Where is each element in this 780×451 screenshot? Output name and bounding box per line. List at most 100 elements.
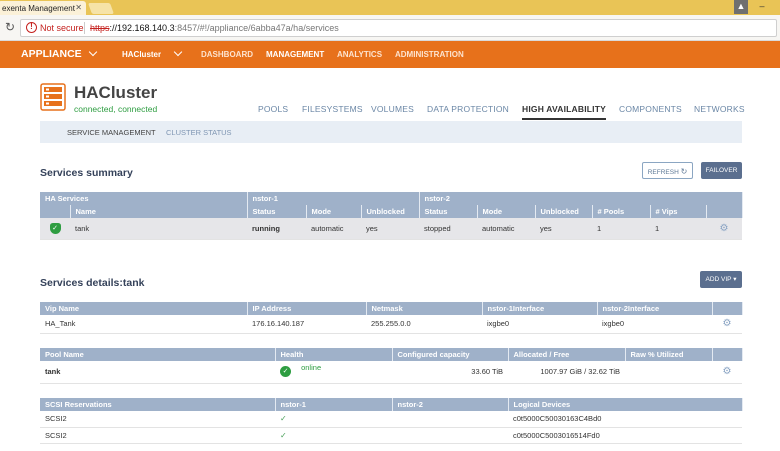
col-status-1: Status bbox=[247, 205, 307, 218]
vip-header: Vip Name IP Address Netmask nstor-1Inter… bbox=[40, 302, 743, 315]
caret-down-icon: ▾ bbox=[733, 276, 737, 283]
vip-nstor2-if: ixgbe0 bbox=[597, 315, 712, 334]
tab-data-protection[interactable]: DATA PROTECTION bbox=[427, 104, 509, 114]
service-name: tank bbox=[70, 218, 247, 240]
scsi-nstor2 bbox=[392, 427, 508, 444]
cluster-icon bbox=[40, 83, 66, 111]
table-row[interactable]: ✓ tank running automatic yes stopped aut… bbox=[40, 218, 743, 240]
add-vip-label: ADD VIP bbox=[705, 276, 732, 283]
mode-1: automatic bbox=[306, 218, 361, 240]
logical-device: c0t5000C5003016514Fd0 bbox=[508, 427, 742, 444]
summary-column-header: Name Status Mode Unblocked Status Mode U… bbox=[40, 205, 743, 218]
gear-icon[interactable]: ⚙ bbox=[712, 361, 742, 384]
tab-networks[interactable]: NETWORKS bbox=[694, 104, 745, 114]
minimize-icon[interactable]: – bbox=[756, 0, 768, 14]
browser-tab[interactable]: exenta Management ✕ bbox=[0, 1, 86, 15]
unblocked-2: yes bbox=[535, 218, 592, 240]
url-host: ://192.168.140.3 bbox=[109, 23, 175, 33]
status-2: stopped bbox=[419, 218, 477, 240]
check-icon: ✓ bbox=[275, 411, 392, 428]
scsi-header: SCSI Reservations nstor-1 nstor-2 Logica… bbox=[40, 398, 743, 411]
url-text[interactable]: https://192.168.140.3:8457/#!/appliance/… bbox=[90, 23, 339, 33]
pool-allocated-free: 1007.97 GiB / 32.62 TiB bbox=[508, 361, 625, 384]
vip-name: HA_Tank bbox=[40, 315, 247, 334]
refresh-icon: ↻ bbox=[680, 167, 688, 176]
vip-nstor1-if: ixgbe0 bbox=[482, 315, 597, 334]
col-unblocked-1: Unblocked bbox=[361, 205, 420, 218]
nav-cluster-select[interactable]: HACluster bbox=[122, 41, 183, 68]
omnibox-divider bbox=[84, 22, 85, 34]
scsi-nstor2 bbox=[392, 411, 508, 428]
refresh-label: REFRESH bbox=[647, 169, 679, 176]
col-mode-1: Mode bbox=[306, 205, 362, 218]
check-circle-icon: ✓ bbox=[280, 366, 291, 378]
url-path: :8457/#!/appliance/6abba47a/ha/services bbox=[174, 23, 339, 33]
col-raw-utilized: Raw % Utilized bbox=[625, 348, 713, 361]
check-icon: ✓ bbox=[275, 427, 392, 444]
scsi-type: SCSI2 bbox=[40, 427, 275, 444]
nav-appliance[interactable]: APPLIANCE bbox=[21, 41, 97, 68]
services-summary-title: Services summary bbox=[40, 167, 133, 179]
tab-title: exenta Management bbox=[2, 4, 75, 13]
table-row[interactable]: SCSI2 ✓ c0t5000C50030163C4Bd0 bbox=[40, 411, 742, 428]
col-pools: # Pools bbox=[592, 205, 651, 218]
services-summary-table: HA Services nstor-1 nstor-2 Name Status … bbox=[40, 192, 743, 240]
close-tab-icon[interactable]: ✕ bbox=[75, 3, 82, 12]
chevron-down-icon bbox=[173, 47, 183, 57]
appliance-label: APPLIANCE bbox=[21, 48, 82, 60]
gear-icon[interactable]: ⚙ bbox=[706, 218, 743, 240]
not-secure-label[interactable]: Not secure bbox=[40, 23, 84, 33]
vip-count: 1 bbox=[650, 218, 706, 240]
vip-netmask: 255.255.0.0 bbox=[366, 315, 482, 334]
scsi-type: SCSI2 bbox=[40, 411, 275, 428]
browser-tabstrip bbox=[0, 0, 780, 15]
subtab-service-management[interactable]: SERVICE MANAGEMENT bbox=[67, 128, 156, 137]
table-row[interactable]: HA_Tank 176.16.140.187 255.255.0.0 ixgbe… bbox=[40, 315, 742, 334]
col-ip-address: IP Address bbox=[247, 302, 367, 315]
url-protocol: https bbox=[90, 23, 110, 33]
summary-group-header: HA Services nstor-1 nstor-2 bbox=[40, 192, 743, 205]
shield-check-icon: ✓ bbox=[49, 222, 61, 234]
pool-health: ✓ online bbox=[275, 361, 392, 384]
subtab-cluster-status[interactable]: CLUSTER STATUS bbox=[166, 128, 232, 137]
tab-pools[interactable]: POOLS bbox=[258, 104, 288, 114]
logical-device: c0t5000C50030163C4Bd0 bbox=[508, 411, 742, 428]
vip-ip: 176.16.140.187 bbox=[247, 315, 366, 334]
tab-components[interactable]: COMPONENTS bbox=[619, 104, 682, 114]
new-tab-button[interactable] bbox=[87, 3, 115, 14]
refresh-button[interactable]: REFRESH ↻ bbox=[642, 162, 693, 179]
warning-icon[interactable]: ! bbox=[26, 22, 37, 33]
cluster-status: connected, connected bbox=[74, 104, 158, 114]
col-name: Name bbox=[70, 205, 248, 218]
tab-filesystems[interactable]: FILESYSTEMS bbox=[302, 104, 363, 114]
gear-icon[interactable]: ⚙ bbox=[712, 315, 742, 334]
tab-high-availability[interactable]: HIGH AVAILABILITY bbox=[522, 104, 606, 120]
col-logical-devices: Logical Devices bbox=[508, 398, 743, 411]
subtab-bar: SERVICE MANAGEMENT CLUSTER STATUS bbox=[40, 121, 742, 143]
reload-icon[interactable]: ↻ bbox=[5, 20, 15, 34]
table-row[interactable]: tank ✓ online 33.60 TiB 1007.97 GiB / 32… bbox=[40, 361, 742, 384]
add-vip-button[interactable]: ADD VIP ▾ bbox=[700, 271, 742, 288]
table-row[interactable]: SCSI2 ✓ c0t5000C5003016514Fd0 bbox=[40, 427, 742, 444]
failover-button[interactable]: FAILOVER bbox=[701, 162, 742, 179]
col-scsi-nstor2: nstor-2 bbox=[392, 398, 509, 411]
chevron-down-icon bbox=[88, 47, 97, 57]
top-navigation: APPLIANCE HACluster DASHBOARD MANAGEMENT… bbox=[0, 41, 780, 68]
nav-management[interactable]: MANAGEMENT bbox=[266, 41, 324, 68]
nav-analytics[interactable]: ANALYTICS bbox=[337, 41, 382, 68]
pool-name: tank bbox=[40, 361, 275, 384]
tab-volumes[interactable]: VOLUMES bbox=[371, 104, 414, 114]
col-vips: # Vips bbox=[650, 205, 707, 218]
nav-dashboard[interactable]: DASHBOARD bbox=[201, 41, 253, 68]
profile-icon[interactable]: ▲ bbox=[734, 0, 748, 14]
vip-table: Vip Name IP Address Netmask nstor-1Inter… bbox=[40, 302, 743, 334]
group-nstor-2: nstor-2 bbox=[419, 192, 743, 205]
unblocked-1: yes bbox=[361, 218, 419, 240]
col-netmask: Netmask bbox=[366, 302, 483, 315]
pool-table: Pool Name Health Configured capacity All… bbox=[40, 348, 743, 384]
health-status: online bbox=[301, 363, 322, 373]
col-configured-capacity: Configured capacity bbox=[392, 348, 509, 361]
nav-administration[interactable]: ADMINISTRATION bbox=[395, 41, 464, 68]
group-nstor-1: nstor-1 bbox=[247, 192, 420, 205]
pool-count: 1 bbox=[592, 218, 650, 240]
